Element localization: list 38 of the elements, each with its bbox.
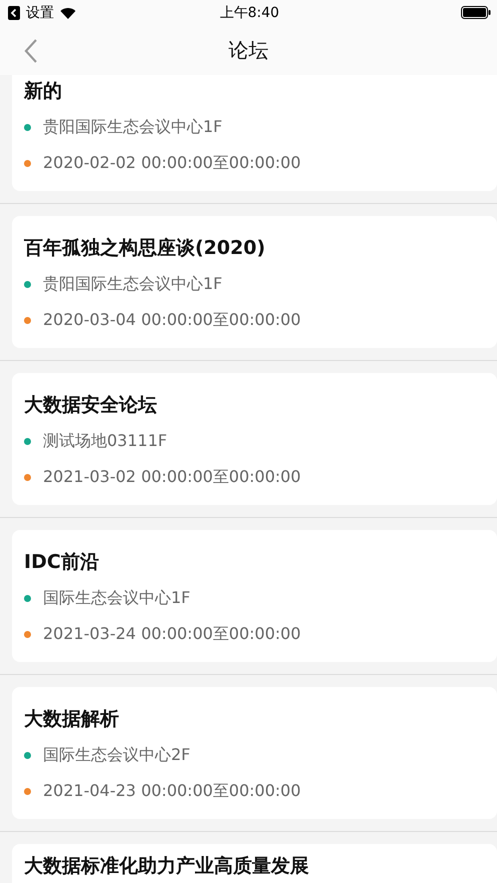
forum-title: 大数据解析: [24, 707, 120, 732]
location-dot: [24, 124, 31, 130]
forum-title: IDC前沿: [24, 550, 100, 575]
time-dot: [24, 474, 31, 480]
time-dot: [24, 630, 31, 638]
location-dot: [24, 594, 31, 602]
forum-time: 2021-03-02 00:00:00至00:00:00: [43, 466, 301, 488]
location-dot: [24, 438, 31, 444]
forum-title: 新的: [24, 79, 63, 104]
forum-card[interactable]: 百年孤独之构思座谈(2020) 贵阳国际生态会议中心1F 2020-03-04 00:00:00至00:00:00: [12, 216, 497, 348]
forum-card[interactable]: IDC前沿 国际生态会议中心1F 2021-03-24 00:00:00至00:00:00: [12, 530, 497, 662]
page-title: 论坛: [228, 36, 268, 64]
forum-card[interactable]: 新的 贵阳国际生态会议中心1F 2020-02-02 00:00:00至00:00:00: [12, 75, 497, 191]
forum-card[interactable]: 大数据解析 国际生态会议中心2F 2021-04-23 00:00:00至00:00:00: [12, 687, 497, 819]
back-app-label[interactable]: 设置: [26, 4, 54, 22]
battery-icon: [460, 6, 491, 19]
wifi-icon: [60, 6, 76, 18]
back-button[interactable]: [22, 37, 40, 65]
forum-location: 国际生态会议中心1F: [43, 588, 190, 608]
time-dot: [24, 788, 31, 794]
forum-location: 贵阳国际生态会议中心1F: [43, 116, 222, 138]
forum-location: 贵阳国际生态会议中心1F: [43, 274, 222, 294]
forum-location: 国际生态会议中心2F: [43, 744, 190, 766]
time-dot: [24, 160, 31, 166]
forum-time: 2021-04-23 00:00:00至00:00:00: [43, 780, 301, 802]
forum-card[interactable]: 大数据安全论坛 测试场地03111F 2021-03-02 00:00:00至00:00:00: [12, 373, 497, 505]
forum-title: 百年孤独之构思座谈(2020): [24, 236, 266, 261]
forum-time: 2020-02-02 00:00:00至00:00:00: [43, 152, 301, 174]
time-dot: [24, 316, 31, 324]
forum-title: 大数据标准化助力产业高质量发展: [24, 854, 310, 879]
forum-card[interactable]: 大数据标准化助力产业高质量发展: [12, 844, 497, 883]
forum-title: 大数据安全论坛: [24, 393, 158, 418]
status-time: 上午8:40: [220, 4, 280, 22]
location-dot: [24, 752, 31, 758]
location-dot: [24, 280, 31, 288]
forum-time: 2020-03-04 00:00:00至00:00:00: [43, 310, 301, 330]
forum-location: 测试场地03111F: [43, 430, 168, 452]
forum-time: 2021-03-24 00:00:00至00:00:00: [43, 624, 301, 644]
